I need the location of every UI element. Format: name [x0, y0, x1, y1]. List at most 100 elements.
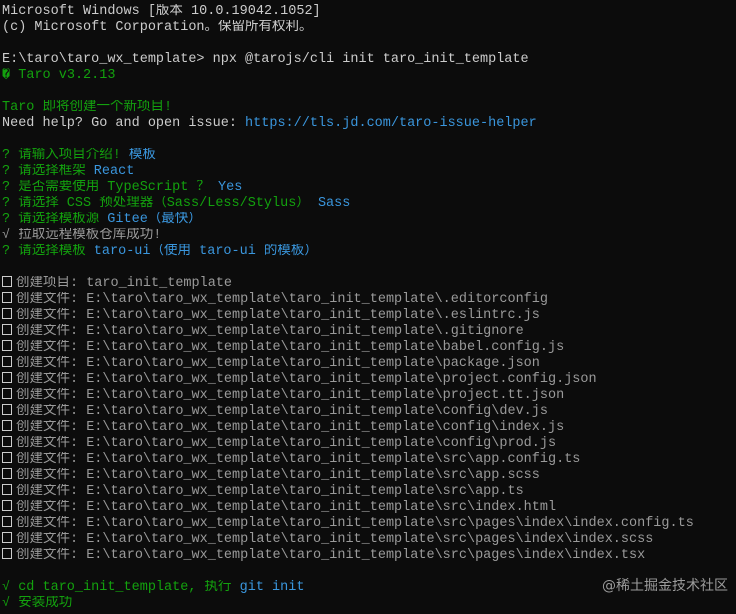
checkbox-icon — [2, 292, 12, 303]
created-label: 创建文件: — [16, 420, 79, 435]
question-text: ? 是否需要使用 TypeScript ？ — [2, 180, 210, 195]
created-label: 创建文件: — [16, 372, 79, 387]
created-path: E:\taro\taro_wx_template\taro_init_templ… — [78, 388, 565, 403]
help-prefix: Need help? Go and open issue: — [2, 116, 246, 131]
created-item: 创建文件: E:\taro\taro_wx_template\taro_init… — [2, 548, 736, 564]
created-label: 创建文件: — [16, 340, 79, 355]
created-label: 创建文件: — [16, 292, 79, 307]
created-item: 创建文件: E:\taro\taro_wx_template\taro_init… — [2, 468, 736, 484]
created-item: 创建文件: E:\taro\taro_wx_template\taro_init… — [2, 452, 736, 468]
created-item: 创建文件: E:\taro\taro_wx_template\taro_init… — [2, 500, 736, 516]
created-path: E:\taro\taro_wx_template\taro_init_templ… — [78, 452, 581, 467]
created-label: 创建文件: — [16, 324, 79, 339]
created-path: E:\taro\taro_wx_template\taro_init_templ… — [78, 500, 557, 515]
created-path: E:\taro\taro_wx_template\taro_init_templ… — [78, 372, 597, 387]
windows-version-line: Microsoft Windows [版本 10.0.19042.1052] — [2, 4, 321, 19]
issue-helper-link[interactable]: https://tls.jd.com/taro-issue-helper — [245, 116, 537, 131]
created-item: 创建项目: taro_init_template — [2, 276, 736, 292]
created-label: 创建文件: — [16, 532, 79, 547]
created-path: E:\taro\taro_wx_template\taro_init_templ… — [78, 404, 548, 419]
created-item: 创建文件: E:\taro\taro_wx_template\taro_init… — [2, 388, 736, 404]
created-label: 创建文件: — [16, 500, 79, 515]
checkbox-icon — [2, 340, 12, 351]
created-label: 创建文件: — [16, 404, 79, 419]
created-path: E:\taro\taro_wx_template\taro_init_templ… — [78, 324, 524, 339]
intro-line: Taro 即将创建一个新项目! — [2, 100, 173, 115]
created-path: E:\taro\taro_wx_template\taro_init_templ… — [78, 436, 557, 451]
question-text: ? 请选择 CSS 预处理器（Sass/Less/Stylus） — [2, 196, 310, 211]
created-item: 创建文件: E:\taro\taro_wx_template\taro_init… — [2, 420, 736, 436]
created-item: 创建文件: E:\taro\taro_wx_template\taro_init… — [2, 532, 736, 548]
question-template: ? 请选择模板 taro-ui（使用 taro-ui 的模板） — [2, 244, 736, 260]
question-css: ? 请选择 CSS 预处理器（Sass/Less/Stylus） Sass — [2, 196, 736, 212]
git-init-prefix: √ cd taro_init_template, 执行 — [2, 580, 232, 595]
created-label: 创建文件: — [16, 356, 79, 371]
checkbox-icon — [2, 372, 12, 383]
created-item: 创建文件: E:\taro\taro_wx_template\taro_init… — [2, 308, 736, 324]
created-item: 创建文件: E:\taro\taro_wx_template\taro_init… — [2, 404, 736, 420]
taro-logo-icon: � — [2, 68, 11, 83]
created-path: E:\taro\taro_wx_template\taro_init_templ… — [78, 468, 540, 483]
created-path: E:\taro\taro_wx_template\taro_init_templ… — [78, 356, 540, 371]
question-text: ? 请输入项目介绍! — [2, 148, 121, 163]
checkbox-icon — [2, 484, 12, 495]
created-path: taro_init_template — [78, 276, 233, 291]
question-text: ? 请选择模板源 — [2, 212, 100, 227]
created-item: 创建文件: E:\taro\taro_wx_template\taro_init… — [2, 484, 736, 500]
created-label: 创建文件: — [16, 548, 79, 563]
created-item: 创建文件: E:\taro\taro_wx_template\taro_init… — [2, 516, 736, 532]
created-item: 创建文件: E:\taro\taro_wx_template\taro_init… — [2, 292, 736, 308]
checkbox-icon — [2, 452, 12, 463]
copyright-line: (c) Microsoft Corporation。保留所有权利。 — [2, 20, 313, 35]
question-template-source: ? 请选择模板源 Gitee（最快） — [2, 212, 736, 228]
created-item: 创建文件: E:\taro\taro_wx_template\taro_init… — [2, 356, 736, 372]
created-label: 创建文件: — [16, 308, 79, 323]
created-item: 创建文件: E:\taro\taro_wx_template\taro_init… — [2, 372, 736, 388]
created-label: 创建文件: — [16, 388, 79, 403]
created-path: E:\taro\taro_wx_template\taro_init_templ… — [78, 484, 524, 499]
git-init-command: git init — [231, 580, 305, 595]
taro-version-line: � Taro v3.2.13 — [2, 68, 736, 84]
created-path: E:\taro\taro_wx_template\taro_init_templ… — [78, 308, 540, 323]
created-path: E:\taro\taro_wx_template\taro_init_templ… — [78, 516, 694, 531]
checkbox-icon — [2, 324, 12, 335]
checkbox-icon — [2, 516, 12, 527]
checkbox-icon — [2, 356, 12, 367]
created-path: E:\taro\taro_wx_template\taro_init_templ… — [78, 420, 565, 435]
checkbox-icon — [2, 500, 12, 511]
created-item: 创建文件: E:\taro\taro_wx_template\taro_init… — [2, 340, 736, 356]
question-text: ? 请选择模板 — [2, 244, 86, 259]
answer-text: taro-ui（使用 taro-ui 的模板） — [85, 244, 318, 259]
answer-text: Sass — [309, 196, 351, 211]
answer-text: 模板 — [120, 148, 156, 163]
created-label: 创建文件: — [16, 468, 79, 483]
answer-text: React — [85, 164, 135, 179]
install-success-line: √ 安装成功 — [2, 596, 73, 611]
question-framework: ? 请选择框架 React — [2, 164, 736, 180]
created-path: E:\taro\taro_wx_template\taro_init_templ… — [78, 548, 646, 563]
checkbox-icon — [2, 388, 12, 399]
command-line: E:\taro\taro_wx_template> npx @tarojs/cl… — [2, 52, 736, 68]
help-line: Need help? Go and open issue: https://tl… — [2, 116, 736, 132]
created-path: E:\taro\taro_wx_template\taro_init_templ… — [78, 292, 548, 307]
created-label: 创建文件: — [16, 484, 79, 499]
created-label: 创建文件: — [16, 436, 79, 451]
question-text: ? 请选择框架 — [2, 164, 86, 179]
taro-version-text: Taro v3.2.13 — [10, 68, 116, 83]
created-label: 创建文件: — [16, 516, 79, 531]
answer-text: Yes — [209, 180, 243, 195]
checkbox-icon — [2, 420, 12, 431]
created-label: 创建文件: — [16, 452, 79, 467]
terminal-window[interactable]: Microsoft Windows [版本 10.0.19042.1052] (… — [0, 0, 736, 614]
checkbox-icon — [2, 308, 12, 319]
checkbox-icon — [2, 436, 12, 447]
checkbox-icon — [2, 276, 12, 287]
command-text: npx @tarojs/cli init taro_init_template — [204, 52, 529, 67]
created-label: 创建项目: — [16, 276, 79, 291]
command-prompt: E:\taro\taro_wx_template> — [2, 52, 205, 67]
created-path: E:\taro\taro_wx_template\taro_init_templ… — [78, 340, 565, 355]
watermark-logo: @稀土掘金技术社区 — [602, 578, 728, 594]
